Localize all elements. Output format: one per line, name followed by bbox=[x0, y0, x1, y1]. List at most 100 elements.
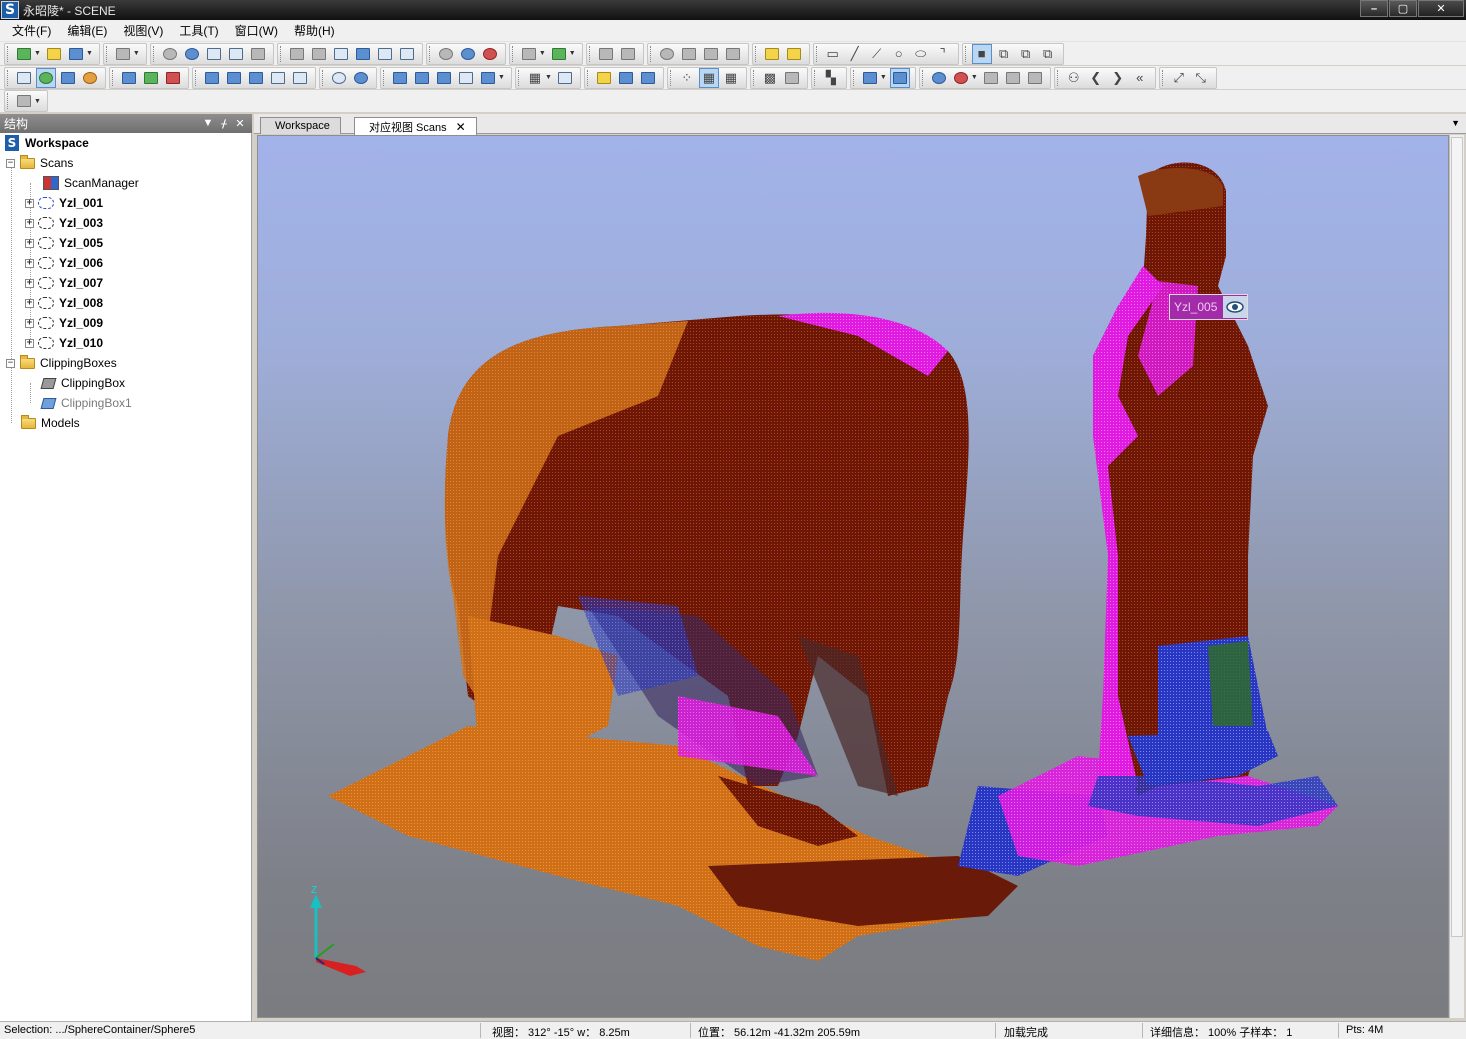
walk-mode-icon[interactable] bbox=[14, 68, 34, 88]
fly-mode-icon[interactable] bbox=[58, 68, 78, 88]
expand-icon[interactable]: ⤢ bbox=[1169, 68, 1189, 88]
render-solid-icon[interactable]: ▩ bbox=[760, 68, 780, 88]
tree-item-clippingbox1[interactable]: ClippingBox1 bbox=[40, 393, 132, 413]
render-wire-icon[interactable] bbox=[782, 68, 802, 88]
3d-viewport[interactable]: Z Yzl_005 bbox=[257, 135, 1449, 1018]
tree-item-yzl-009[interactable]: + Yzl_009 bbox=[25, 313, 103, 333]
iso-view-icon[interactable] bbox=[268, 68, 288, 88]
polyline-select-icon[interactable]: ⟋ bbox=[867, 44, 887, 64]
properties-icon[interactable] bbox=[248, 44, 268, 64]
save-icon[interactable] bbox=[66, 44, 86, 64]
minimize-button[interactable]: – bbox=[1360, 0, 1388, 17]
camera-icon[interactable] bbox=[519, 44, 539, 64]
display-1-icon[interactable] bbox=[390, 68, 410, 88]
expand-icon[interactable]: + bbox=[25, 278, 34, 288]
line-select-icon[interactable]: ╱ bbox=[845, 44, 865, 64]
menu-view[interactable]: 视图(V) bbox=[115, 21, 171, 41]
expand-icon[interactable]: + bbox=[25, 198, 34, 208]
top-view-icon[interactable] bbox=[246, 68, 266, 88]
3d-view-icon[interactable] bbox=[204, 44, 224, 64]
grid-icon[interactable]: ▦ bbox=[525, 68, 545, 88]
scrollbar-thumb[interactable] bbox=[1451, 137, 1463, 937]
display-5-icon[interactable] bbox=[478, 68, 498, 88]
collapse-icon[interactable]: − bbox=[6, 358, 15, 368]
front-view-icon[interactable] bbox=[202, 68, 222, 88]
tree-item-workspace[interactable]: S Workspace bbox=[4, 133, 89, 153]
tab-list-icon[interactable]: ▼ bbox=[1451, 118, 1460, 128]
image-icon[interactable] bbox=[14, 91, 34, 111]
tab-scans-view[interactable]: 对应视图 Scans ✕ bbox=[354, 117, 477, 135]
clipping-active-icon[interactable] bbox=[889, 67, 910, 88]
ghost-1-icon[interactable] bbox=[981, 68, 1001, 88]
first-icon[interactable]: « bbox=[1130, 68, 1150, 88]
tree-item-yzl-010[interactable]: + Yzl_010 bbox=[25, 333, 103, 353]
close-button[interactable]: ✕ bbox=[1418, 0, 1464, 17]
zoom-extent-icon[interactable] bbox=[351, 68, 371, 88]
tree-item-scans[interactable]: − Scans bbox=[6, 153, 73, 173]
report-icon[interactable] bbox=[375, 44, 395, 64]
help-icon[interactable] bbox=[160, 44, 180, 64]
open-project-icon[interactable] bbox=[44, 44, 64, 64]
menu-file[interactable]: 文件(F) bbox=[4, 21, 59, 41]
expand-icon[interactable]: + bbox=[25, 218, 34, 228]
display-3-icon[interactable] bbox=[434, 68, 454, 88]
tab-workspace[interactable]: Workspace bbox=[260, 117, 341, 134]
tree-item-models[interactable]: Models bbox=[20, 413, 80, 433]
panel-close-icon[interactable]: ✕ bbox=[232, 115, 248, 131]
display-2-icon[interactable] bbox=[412, 68, 432, 88]
object-red-icon[interactable] bbox=[163, 68, 183, 88]
ruler-icon[interactable] bbox=[762, 44, 782, 64]
network-icon[interactable]: ⚇ bbox=[1064, 68, 1084, 88]
tree-item-yzl-003[interactable]: + Yzl_003 bbox=[25, 213, 103, 233]
copy-icon[interactable] bbox=[287, 44, 307, 64]
menu-window[interactable]: 窗口(W) bbox=[227, 21, 286, 41]
new-project-icon[interactable] bbox=[14, 44, 34, 64]
register-icon[interactable] bbox=[436, 44, 456, 64]
tab-close-icon[interactable]: ✕ bbox=[456, 120, 466, 134]
panel-menu-icon[interactable]: ▼ bbox=[200, 115, 216, 131]
prev-icon[interactable]: ❮ bbox=[1086, 68, 1106, 88]
zoom-icon[interactable] bbox=[329, 68, 349, 88]
circle-select-icon[interactable]: ○ bbox=[889, 44, 909, 64]
transform-icon[interactable] bbox=[618, 44, 638, 64]
home-icon[interactable] bbox=[226, 44, 246, 64]
pin-icon[interactable]: ᚋ bbox=[216, 115, 232, 131]
menu-edit[interactable]: 编辑(E) bbox=[59, 21, 115, 41]
scan-list-icon[interactable] bbox=[353, 44, 373, 64]
expand-icon[interactable]: + bbox=[25, 238, 34, 248]
tree-item-yzl-006[interactable]: + Yzl_006 bbox=[25, 253, 103, 273]
filter-icon[interactable]: ▚ bbox=[821, 68, 841, 88]
marker-blue-icon[interactable] bbox=[616, 68, 636, 88]
marker-check-icon[interactable] bbox=[638, 68, 658, 88]
object-green-icon[interactable] bbox=[141, 68, 161, 88]
display-4-icon[interactable] bbox=[456, 68, 476, 88]
rect-select-icon[interactable]: ▭ bbox=[823, 44, 843, 64]
tree-item-yzl-008[interactable]: + Yzl_008 bbox=[25, 293, 103, 313]
color-scan-icon[interactable] bbox=[951, 68, 971, 88]
single-view-icon[interactable]: ■ bbox=[971, 43, 992, 64]
expand-icon[interactable]: + bbox=[25, 298, 34, 308]
expand-icon[interactable]: + bbox=[25, 338, 34, 348]
dense-points-icon[interactable]: ▦ bbox=[721, 68, 741, 88]
tile-view-icon[interactable]: ⧉ bbox=[1038, 44, 1058, 64]
tool-icon[interactable] bbox=[723, 44, 743, 64]
menu-help[interactable]: 帮助(H) bbox=[286, 21, 343, 41]
tree-item-yzl-005[interactable]: + Yzl_005 bbox=[25, 233, 103, 253]
register-red-icon[interactable] bbox=[480, 44, 500, 64]
expand-icon[interactable]: + bbox=[25, 318, 34, 328]
sparse-points-icon[interactable]: ⁘ bbox=[677, 68, 697, 88]
export-icon[interactable] bbox=[397, 44, 417, 64]
tree-item-clippingbox[interactable]: ClippingBox bbox=[40, 373, 125, 393]
persp-view-icon[interactable] bbox=[290, 68, 310, 88]
orbit-mode-icon[interactable] bbox=[36, 67, 56, 88]
up-icon[interactable] bbox=[119, 68, 139, 88]
measure-icon[interactable] bbox=[784, 44, 804, 64]
tree-item-yzl-007[interactable]: + Yzl_007 bbox=[25, 273, 103, 293]
corner-select-icon[interactable]: ⌝ bbox=[933, 44, 953, 64]
scan-label-yzl-005[interactable]: Yzl_005 bbox=[1169, 294, 1249, 320]
collapse-icon[interactable]: ⤡ bbox=[1191, 68, 1211, 88]
rotate-icon[interactable] bbox=[657, 44, 677, 64]
tree-item-clippingboxes[interactable]: − ClippingBoxes bbox=[6, 353, 117, 373]
photo-icon[interactable] bbox=[549, 44, 569, 64]
refresh-icon[interactable] bbox=[929, 68, 949, 88]
